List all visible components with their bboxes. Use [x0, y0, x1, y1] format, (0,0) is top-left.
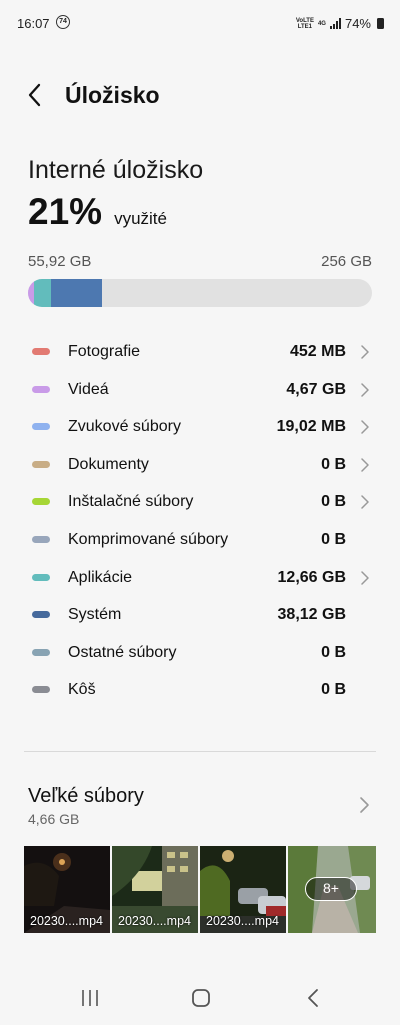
- thumbnail-filename: 20230....mp4: [206, 914, 279, 928]
- category-size: 0 B: [321, 643, 346, 661]
- category-size: 38,12 GB: [277, 606, 346, 624]
- used-label: využité: [114, 209, 167, 228]
- thumbnail-filename: 20230....mp4: [30, 914, 103, 928]
- home-icon[interactable]: [191, 988, 211, 1008]
- status-time: 16:07: [17, 16, 50, 31]
- category-color-dot: [32, 348, 50, 355]
- category-label: Systém: [68, 606, 122, 624]
- signal-icon: [329, 18, 341, 29]
- category-size: 12,66 GB: [277, 568, 346, 586]
- category-color-dot: [32, 535, 50, 543]
- more-files-badge: 8+: [305, 877, 357, 901]
- usage-segment: [34, 279, 52, 307]
- video-thumbnail[interactable]: 20230....mp4: [200, 846, 286, 933]
- category-label: Komprimované súbory: [68, 530, 229, 548]
- notification-icon: 74: [56, 15, 70, 29]
- volte-icon: VoLTE LTE1: [295, 17, 314, 30]
- category-item[interactable]: Fotografie 452 MB: [0, 333, 400, 371]
- category-list: Fotografie 452 MB Videá 4,67 GB Zvukové súbo…: [0, 333, 400, 709]
- category-item[interactable]: Aplikácie 12,66 GB: [0, 559, 400, 597]
- used-percent: 21%: [28, 191, 103, 232]
- usage-segment: [51, 279, 103, 307]
- category-item: Kôš 0 B: [0, 671, 400, 709]
- category-color-dot: [32, 498, 50, 506]
- thumbnail-filename: 20230....mp4: [118, 914, 191, 928]
- category-color-dot: [32, 686, 50, 694]
- battery-icon: [377, 18, 384, 29]
- category-color-dot: [32, 460, 50, 468]
- total-size: 256 GB: [321, 253, 372, 270]
- back-icon[interactable]: [304, 988, 324, 1008]
- chevron-right-icon[interactable]: [360, 382, 370, 397]
- chevron-right-icon[interactable]: [358, 796, 370, 814]
- video-thumbnail[interactable]: 20230....mp4: [24, 846, 110, 933]
- category-item[interactable]: Dokumenty 0 B: [0, 446, 400, 484]
- category-item[interactable]: Videá 4,67 GB: [0, 371, 400, 409]
- battery-percent: 74%: [344, 16, 371, 31]
- category-label: Aplikácie: [68, 568, 133, 586]
- category-size: 4,67 GB: [286, 380, 346, 398]
- category-size: 0 B: [321, 681, 346, 699]
- network-type-icon: 4G: [317, 20, 326, 27]
- category-size: 19,02 MB: [276, 418, 346, 436]
- video-thumbnail[interactable]: 20230....mp4: [112, 846, 198, 933]
- category-label: Fotografie: [68, 343, 141, 360]
- navigation-bar: [0, 975, 400, 1025]
- chevron-right-icon[interactable]: [360, 570, 370, 585]
- category-label: Kôš: [68, 681, 96, 699]
- storage-title: Interné úložisko: [28, 156, 204, 184]
- recents-icon[interactable]: [80, 989, 100, 1007]
- category-label: Dokumenty: [68, 455, 149, 473]
- category-label: Videá: [68, 380, 109, 398]
- category-size: 0 B: [321, 530, 346, 548]
- divider: [24, 751, 376, 752]
- category-color-dot: [32, 385, 50, 393]
- app-header: Úložisko: [0, 70, 400, 120]
- category-label: Inštalačné súbory: [68, 493, 194, 511]
- category-color-dot: [32, 648, 50, 656]
- back-arrow-icon: [28, 83, 41, 107]
- back-button[interactable]: [22, 80, 50, 110]
- chevron-right-icon[interactable]: [360, 420, 370, 434]
- large-files-thumbnails: 20230....mp4 20230....mp4 20230....mp4 8…: [24, 846, 376, 933]
- category-size: 0 B: [321, 493, 346, 511]
- usage-bar: [28, 279, 372, 307]
- large-files-title[interactable]: Veľké súbory: [28, 785, 144, 808]
- category-item[interactable]: Inštalačné súbory 0 B: [0, 483, 400, 521]
- chevron-right-icon[interactable]: [360, 458, 370, 472]
- category-item: Systém 38,12 GB: [0, 596, 400, 634]
- category-color-dot: [32, 573, 50, 581]
- video-thumbnail[interactable]: 8+: [288, 846, 376, 933]
- category-label: Zvukové súbory: [68, 418, 181, 436]
- category-label: Ostatné súbory: [68, 643, 177, 661]
- usage-summary: 21% využité: [28, 191, 167, 233]
- chevron-right-icon[interactable]: [360, 495, 370, 510]
- page-title: Úložisko: [65, 82, 160, 108]
- category-item: Komprimované súbory 0 B: [0, 521, 400, 559]
- large-files-size: 4,66 GB: [28, 811, 80, 827]
- category-color-dot: [32, 423, 50, 431]
- category-item: Ostatné súbory 0 B: [0, 634, 400, 672]
- status-bar: 16:07 74 VoLTE LTE1 4G 74%: [0, 0, 400, 46]
- chevron-right-icon[interactable]: [360, 345, 370, 359]
- category-size: 0 B: [321, 455, 346, 473]
- category-color-dot: [32, 611, 50, 619]
- category-item[interactable]: Zvukové súbory 19,02 MB: [0, 408, 400, 446]
- status-icons: VoLTE LTE1 4G 74%: [296, 16, 384, 31]
- used-size: 55,92 GB: [28, 253, 92, 270]
- category-size: 452 MB: [289, 343, 346, 360]
